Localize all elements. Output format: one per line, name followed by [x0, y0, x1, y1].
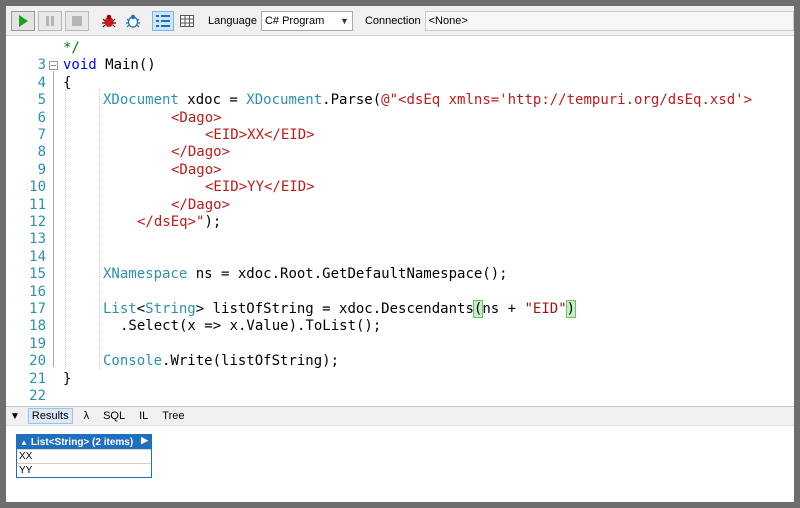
collapse-results-icon[interactable]: ▼	[10, 411, 20, 422]
code-line: 5 {	[6, 74, 794, 108]
code-line: 19 .Select(x => x.Value).ToList();	[6, 318, 794, 351]
code-line: 21 Console.Write(listOfString);	[6, 353, 794, 386]
code-line: 3 */	[6, 40, 794, 73]
code-editor[interactable]: 3 */ 4 − void Main() 5 { 6 XDocument xdo…	[6, 37, 794, 406]
expand-arrow-icon[interactable]: ▶	[141, 435, 148, 446]
rich-text-results-button[interactable]	[152, 10, 174, 31]
grid-view-icon	[180, 14, 194, 27]
code-line: 20	[6, 336, 794, 369]
table-row: XX	[17, 449, 151, 463]
bug-blue-icon	[126, 14, 140, 28]
collapse-icon[interactable]: −	[49, 61, 58, 71]
connection-value: <None>	[428, 14, 468, 27]
code-line: 14	[6, 231, 794, 265]
code-text: <EID>XX</EID>	[205, 127, 315, 143]
tab-lambda[interactable]: λ	[81, 409, 93, 423]
language-label: Language	[208, 14, 257, 27]
code-line: 17	[6, 284, 794, 317]
code-line: 6 XDocument xdoc = XDocument.Parse(@"<ds…	[6, 92, 794, 125]
tab-tree[interactable]: Tree	[159, 409, 187, 423]
code-text: </Dago>	[171, 196, 231, 213]
code-line: 4 − void Main()	[6, 57, 794, 90]
results-table-title: List<String> (2 items)	[30, 436, 134, 448]
code-text: <Dago>	[171, 109, 222, 126]
results-table-header[interactable]: ▲ List<String> (2 items) ▶	[17, 435, 151, 449]
code-text: </Dago>	[171, 144, 231, 161]
stop-icon	[72, 15, 82, 26]
language-select[interactable]: C# Program ▼	[260, 10, 353, 31]
toolbar: Language C# Program ▼ Connection <None>	[6, 6, 794, 36]
code-text: Console.Write(listOfString);	[103, 353, 340, 370]
code-line: 13 </dsEq>");	[6, 214, 794, 247]
code-line: 9 </Dago>	[6, 144, 794, 177]
results-pane: ▲ List<String> (2 items) ▶ XX YY	[6, 426, 794, 502]
tab-il[interactable]: IL	[136, 409, 151, 423]
pause-button[interactable]	[38, 10, 62, 31]
results-tab-bar: ▼ Results λ SQL IL Tree	[6, 406, 794, 426]
code-line: 23	[6, 388, 794, 406]
code-line: 7 <Dago>	[6, 109, 794, 143]
code-line: 16 XNamespace ns = xdoc.Root.GetDefaultN…	[6, 266, 794, 299]
code-text: <Dago>	[171, 161, 222, 178]
stop-button[interactable]	[65, 10, 89, 31]
table-row: YY	[17, 463, 151, 477]
language-value: C# Program	[264, 14, 325, 27]
grid-results-button[interactable]	[176, 11, 198, 31]
code-line: 11 <EID>YY</EID>	[6, 179, 794, 212]
play-icon	[19, 14, 28, 27]
debug-bug-alt-button[interactable]	[122, 11, 144, 31]
code-line: 15	[6, 249, 794, 282]
debug-bug-button[interactable]	[98, 11, 120, 31]
code-text: {	[63, 74, 72, 91]
matched-paren: )	[565, 300, 577, 318]
code-text: }	[63, 370, 72, 387]
code-line: 10 <Dago>	[6, 161, 794, 195]
code-text: List<String> listOfString = xdoc.Descend…	[103, 300, 577, 318]
run-button[interactable]	[11, 10, 35, 31]
connection-select[interactable]: <None>	[424, 10, 794, 31]
tab-results[interactable]: Results	[27, 408, 73, 424]
collapse-table-icon[interactable]: ▲	[20, 438, 28, 447]
chevron-down-icon: ▼	[340, 15, 349, 26]
code-line: 8 <EID>XX</EID>	[6, 127, 794, 160]
code-text: <EID>YY</EID>	[205, 179, 315, 196]
code-text: XNamespace ns = xdoc.Root.GetDefaultName…	[103, 266, 508, 283]
connection-label: Connection	[364, 14, 421, 27]
results-table: ▲ List<String> (2 items) ▶ XX YY	[16, 434, 152, 478]
code-line: 12 </Dago>	[6, 196, 794, 230]
code-text: .Select(x => x.Value).ToList();	[120, 318, 382, 335]
list-view-icon	[156, 14, 170, 27]
bug-icon	[102, 14, 116, 27]
code-text: void Main()	[63, 57, 156, 74]
pause-icon	[46, 15, 54, 26]
tab-sql[interactable]: SQL	[100, 409, 128, 423]
code-line: 18 List<String> listOfString = xdoc.Desc…	[6, 300, 794, 334]
code-text: </dsEq>");	[137, 214, 222, 230]
code-text: */	[63, 40, 80, 56]
code-line: 22 }	[6, 370, 794, 404]
linqpad-window: Language C# Program ▼ Connection <None> …	[0, 0, 800, 508]
code-text: XDocument xdoc = XDocument.Parse(@"<dsEq…	[103, 92, 753, 109]
